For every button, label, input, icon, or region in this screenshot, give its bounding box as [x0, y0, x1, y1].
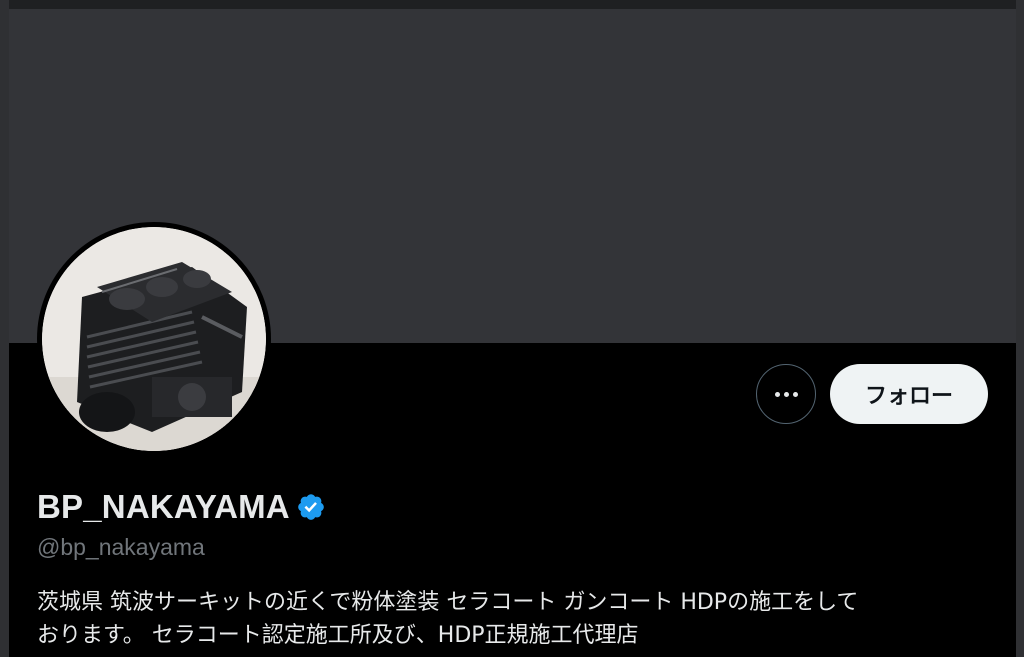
profile-avatar[interactable]: [37, 222, 271, 456]
display-name: BP_NAKAYAMA: [37, 488, 290, 525]
verified-badge-icon[interactable]: [296, 492, 326, 522]
user-handle: @bp_nakayama: [37, 534, 205, 560]
follow-button[interactable]: フォロー: [830, 364, 988, 424]
bio-line: おります。 セラコート認定施工所及び、HDP正規施工代理店: [37, 623, 639, 648]
more-horizontal-icon: [774, 391, 798, 397]
avatar-image: [42, 227, 266, 451]
window-edge-top: [0, 0, 1024, 9]
window-edge-right: [1016, 0, 1024, 657]
name-row: BP_NAKAYAMA: [37, 485, 326, 529]
engine-photo-icon: [42, 227, 266, 451]
profile-page: フォロー BP_NAKAYAMA @bp_nakayama 茨城県 筑波サーキッ…: [0, 0, 1024, 657]
bio-line: 茨城県 筑波サーキットの近くで粉体塗装 セラコート ガンコート HDPの施工をし…: [37, 590, 859, 615]
window-edge-left: [0, 0, 9, 657]
more-options-button[interactable]: [756, 364, 816, 424]
profile-bio: 茨城県 筑波サーキットの近くで粉体塗装 セラコート ガンコート HDPの施工をし…: [37, 586, 987, 652]
